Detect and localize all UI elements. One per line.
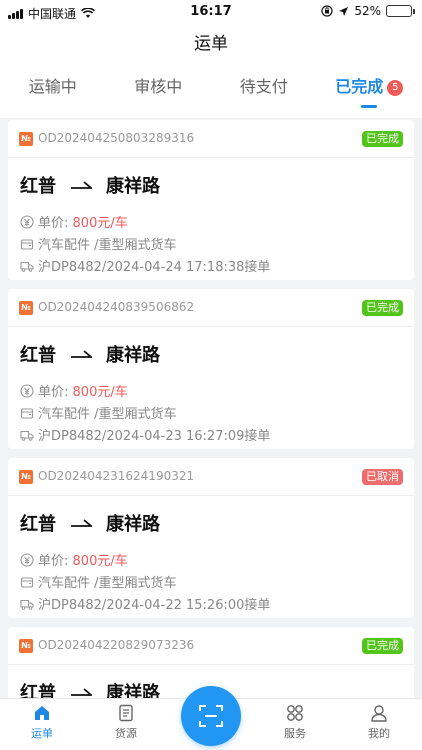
wallet-icon [20,238,34,250]
page-title: 运单 [194,34,228,54]
route-origin: 红普 [20,345,56,366]
tabbar-waybill[interactable]: 运单 [0,703,84,741]
route: 红普 康祥路 [20,341,160,367]
tab-label: 已完成 [335,77,384,96]
route-destination: 康祥路 [106,176,160,197]
route-arrow-icon [71,519,92,527]
order-number-icon: № [19,470,33,484]
user-icon [371,705,387,722]
order-card[interactable]: № OD202404231624190321 已取消 红普 康祥路 单价: 80… [8,458,414,618]
yuan-icon [20,552,34,567]
price-value: 800元/车 [72,216,128,231]
price-label: 单价: [38,385,69,400]
order-card[interactable]: № OD202404250803289316 已完成 红普 康祥路 单价: 80… [8,120,414,280]
yuan-icon [20,214,34,229]
document-icon [119,704,133,722]
price-value: 800元/车 [72,554,128,569]
price-row: 单价: 800元/车 [20,550,128,569]
orientation-lock-icon [321,5,333,17]
scan-button[interactable] [181,686,241,746]
route: 红普 康祥路 [20,679,160,698]
route-origin: 红普 [20,176,56,197]
status-badge: 已取消 [362,469,403,485]
route: 红普 康祥路 [20,510,160,536]
cargo-row: 汽车配件 /重型厢式货车 [20,403,177,422]
tabbar-label: 服务 [284,727,306,740]
route: 红普 康祥路 [20,172,160,198]
cargo-row: 汽车配件 /重型厢式货车 [20,572,177,591]
home-icon [35,706,49,720]
price-row: 单价: 800元/车 [20,212,128,231]
status-badge: 已完成 [362,638,403,654]
order-number: OD202404220829073236 [38,638,195,652]
tab-label: 审核中 [134,77,183,96]
order-number: OD202404240839506862 [38,300,195,314]
route-destination: 康祥路 [106,683,160,698]
status-badge: 已完成 [362,131,403,147]
order-card-header: № OD202404250803289316 已完成 [8,120,414,158]
vehicle-info: 沪DP8482/2024-04-23 16:27:09接单 [38,429,271,444]
wallet-icon [20,407,34,419]
order-number-icon: № [19,301,33,315]
order-card[interactable]: № OD202404240839506862 已完成 红普 康祥路 单价: 80… [8,289,414,449]
route-origin: 红普 [20,683,56,698]
truck-icon [20,599,34,610]
route-arrow-icon [71,181,92,189]
tab-under-review[interactable]: 审核中 [106,64,212,118]
tabbar-label: 运单 [31,727,53,740]
cargo-info: 汽车配件 /重型厢式货车 [38,576,177,591]
order-list[interactable]: № OD202404250803289316 已完成 红普 康祥路 单价: 80… [0,118,422,698]
tab-completed[interactable]: 已完成 5 [317,64,422,118]
price-value: 800元/车 [72,385,128,400]
price-label: 单价: [38,216,69,231]
nav-bar: 运单 [0,24,422,64]
route-arrow-icon [71,688,92,696]
order-number: OD202404250803289316 [38,131,195,145]
tab-label: 运输中 [28,77,77,96]
vehicle-row: 沪DP8482/2024-04-24 17:18:38接单 [20,256,270,275]
location-icon [339,6,349,16]
order-number-icon: № [19,132,33,146]
truck-icon [20,430,34,441]
route-destination: 康祥路 [106,514,160,535]
status-right: 52% [321,4,415,18]
vehicle-info: 沪DP8482/2024-04-24 17:18:38接单 [38,260,271,275]
tabbar-cargo[interactable]: 货源 [84,703,168,741]
tab-in-transit[interactable]: 运输中 [0,64,106,118]
vehicle-row: 沪DP8482/2024-04-23 16:27:09接单 [20,425,270,444]
tabbar-label: 货源 [115,727,137,740]
tabbar-mine[interactable]: 我的 [337,703,421,741]
grid-icon [287,705,303,721]
order-number: OD202404231624190321 [38,469,195,483]
order-card-header: № OD202404240839506862 已完成 [8,289,414,327]
scan-icon [199,705,223,727]
price-label: 单价: [38,554,69,569]
yuan-icon [20,383,34,398]
route-destination: 康祥路 [106,345,160,366]
price-row: 单价: 800元/车 [20,381,128,400]
status-tabs: 运输中 审核中 待支付 已完成 5 [0,64,422,118]
battery-percent: 52% [354,4,381,18]
order-number-icon: № [19,639,33,653]
cargo-info: 汽车配件 /重型厢式货车 [38,238,177,253]
count-badge: 5 [387,80,404,96]
order-card-header: № OD202404231624190321 已取消 [8,458,414,496]
vehicle-info: 沪DP8482/2024-04-22 15:26:00接单 [38,598,271,613]
tab-label: 待支付 [239,77,288,96]
status-badge: 已完成 [362,300,403,316]
cargo-row: 汽车配件 /重型厢式货车 [20,234,177,253]
truck-icon [20,261,34,272]
battery-icon [386,5,415,17]
tab-pending-payment[interactable]: 待支付 [211,64,317,118]
vehicle-row: 沪DP8482/2024-04-22 15:26:00接单 [20,594,270,613]
route-origin: 红普 [20,514,56,535]
tabbar-service[interactable]: 服务 [253,703,337,741]
cargo-info: 汽车配件 /重型厢式货车 [38,407,177,422]
active-tab-indicator [361,105,378,108]
tabbar-label: 我的 [368,727,390,740]
route-arrow-icon [71,350,92,358]
wallet-icon [20,576,34,588]
status-bar: 中国联通 16:17 52% [0,0,422,24]
order-card-header: № OD202404220829073236 已完成 [8,627,414,665]
